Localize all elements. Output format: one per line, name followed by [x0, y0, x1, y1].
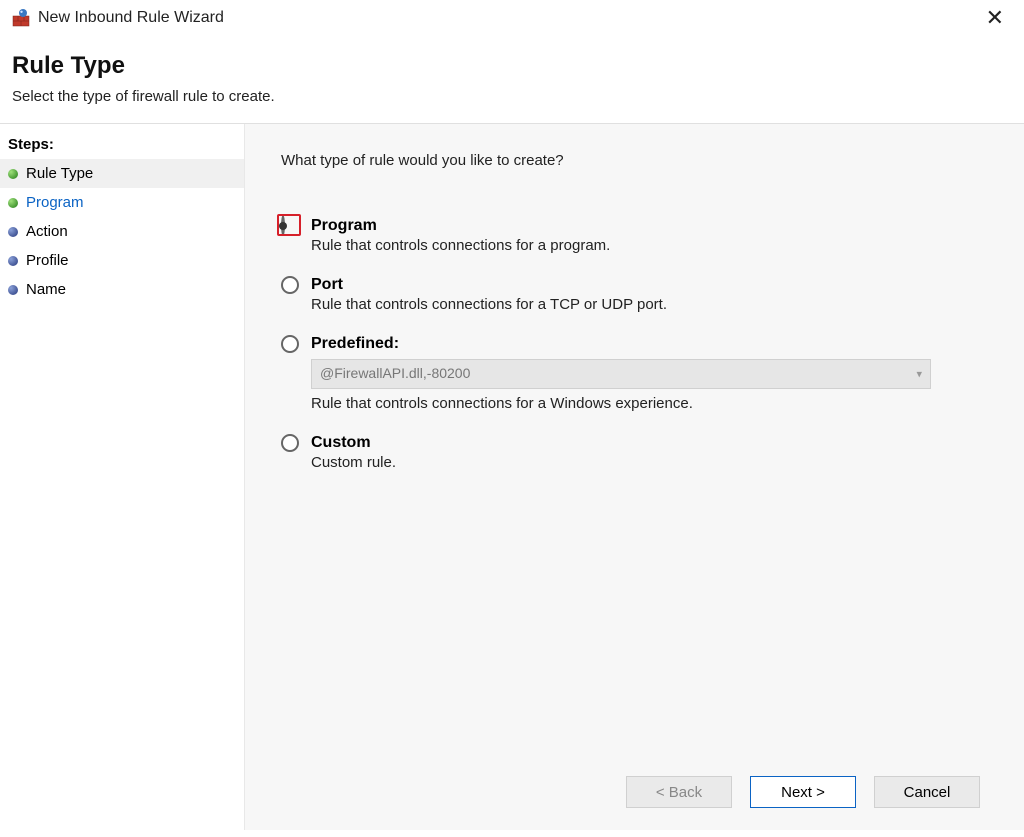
step-name[interactable]: Name — [0, 275, 244, 304]
main-panel: What type of rule would you like to crea… — [245, 124, 1024, 830]
page-title: Rule Type — [12, 52, 1012, 80]
step-label: Rule Type — [26, 165, 93, 182]
step-label: Name — [26, 281, 66, 298]
option-title: Program — [311, 217, 377, 235]
cancel-button[interactable]: Cancel — [874, 776, 980, 808]
option-title: Custom — [311, 434, 371, 452]
step-bullet-icon — [8, 227, 18, 237]
question-text: What type of rule would you like to crea… — [281, 152, 988, 169]
option-desc: Rule that controls connections for a Win… — [311, 395, 988, 412]
wizard-body: Steps: Rule Type Program Action Profile … — [0, 123, 1024, 830]
step-label: Action — [26, 223, 68, 240]
wizard-header: Rule Type Select the type of firewall ru… — [0, 40, 1024, 123]
step-bullet-icon — [8, 285, 18, 295]
option-desc: Custom rule. — [311, 454, 988, 471]
radio-program[interactable] — [281, 215, 285, 236]
option-port: Port Rule that controls connections for … — [281, 276, 988, 313]
page-subtitle: Select the type of firewall rule to crea… — [12, 88, 1012, 105]
step-profile[interactable]: Profile — [0, 246, 244, 275]
option-custom: Custom Custom rule. — [281, 434, 988, 471]
next-button[interactable]: Next > — [750, 776, 856, 808]
titlebar: New Inbound Rule Wizard ✕ — [0, 0, 1024, 40]
option-predefined: Predefined: @FirewallAPI.dll,-80200 ▾ Ru… — [281, 335, 988, 412]
step-action[interactable]: Action — [0, 217, 244, 246]
step-label: Profile — [26, 252, 69, 269]
window-title: New Inbound Rule Wizard — [38, 9, 978, 27]
step-bullet-icon — [8, 256, 18, 266]
step-program[interactable]: Program — [0, 188, 244, 217]
chevron-down-icon: ▾ — [916, 368, 922, 381]
steps-heading: Steps: — [0, 132, 244, 159]
back-button: < Back — [626, 776, 732, 808]
predefined-select: @FirewallAPI.dll,-80200 ▾ — [311, 359, 931, 389]
option-title: Port — [311, 276, 343, 294]
radio-predefined[interactable] — [281, 335, 299, 353]
step-label: Program — [26, 194, 84, 211]
close-button[interactable]: ✕ — [978, 7, 1012, 29]
predefined-select-value: @FirewallAPI.dll,-80200 — [320, 365, 470, 381]
option-desc: Rule that controls connections for a TCP… — [311, 296, 988, 313]
radio-custom[interactable] — [281, 434, 299, 452]
radio-port[interactable] — [281, 276, 299, 294]
wizard-footer: < Back Next > Cancel — [281, 776, 988, 830]
option-desc: Rule that controls connections for a pro… — [311, 237, 988, 254]
step-rule-type[interactable]: Rule Type — [0, 159, 244, 188]
step-bullet-icon — [8, 198, 18, 208]
firewall-icon — [12, 9, 30, 27]
option-title: Predefined: — [311, 335, 399, 353]
steps-sidebar: Steps: Rule Type Program Action Profile … — [0, 124, 245, 830]
step-bullet-icon — [8, 169, 18, 179]
option-program: Program Rule that controls connections f… — [281, 217, 988, 254]
